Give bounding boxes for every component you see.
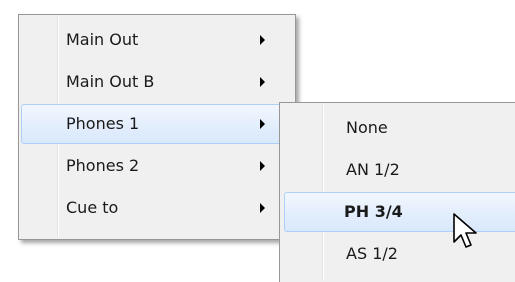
menu-item-cue-to[interactable]: Cue to xyxy=(21,188,293,228)
submenu-item-as-1-2[interactable]: AS 1/2 xyxy=(282,234,515,274)
submenu-item-label: PH 3/4 xyxy=(344,202,403,221)
chevron-right-icon xyxy=(260,35,265,45)
chevron-right-icon xyxy=(260,77,265,87)
menu-item-label: Main Out B xyxy=(66,72,155,91)
menu-item-label: Phones 2 xyxy=(66,156,140,175)
menu-item-phones-2[interactable]: Phones 2 xyxy=(21,146,293,186)
submenu-item-label: AN 1/2 xyxy=(346,160,400,179)
chevron-right-icon xyxy=(260,119,265,129)
chevron-right-icon xyxy=(260,203,265,213)
menu-item-label: Phones 1 xyxy=(66,114,140,133)
chevron-right-icon xyxy=(260,161,265,171)
submenu-item-label: AS 1/2 xyxy=(346,244,398,263)
submenu-item-none[interactable]: None xyxy=(282,108,515,148)
submenu-item-ph-3-4[interactable]: PH 3/4 xyxy=(284,192,515,232)
context-menu: Main Out Main Out B Phones 1 Phones 2 Cu… xyxy=(18,14,296,240)
menu-item-main-out[interactable]: Main Out xyxy=(21,20,293,60)
mouse-pointer-icon xyxy=(453,213,477,248)
submenu-item-an-1-2[interactable]: AN 1/2 xyxy=(282,150,515,190)
menu-item-phones-1[interactable]: Phones 1 xyxy=(21,104,293,144)
submenu-phones-1: None AN 1/2 PH 3/4 AS 1/2 xyxy=(279,102,515,282)
submenu-item-label: None xyxy=(346,118,388,137)
menu-item-main-out-b[interactable]: Main Out B xyxy=(21,62,293,102)
menu-item-label: Main Out xyxy=(66,30,139,49)
menu-item-label: Cue to xyxy=(66,198,119,217)
